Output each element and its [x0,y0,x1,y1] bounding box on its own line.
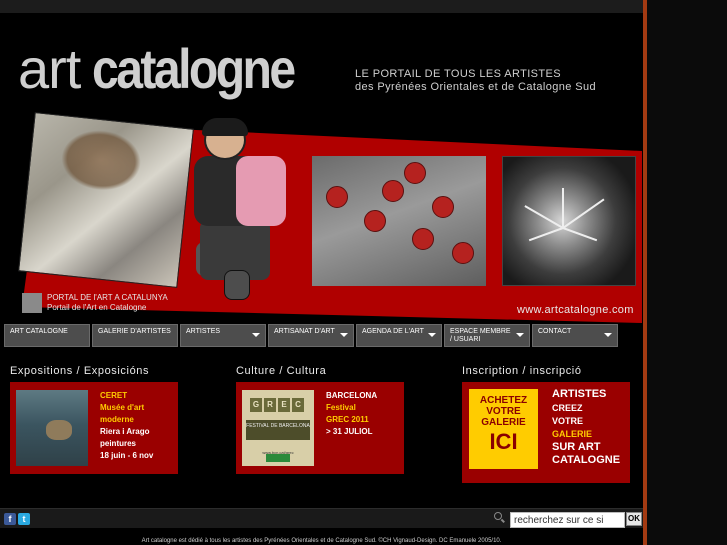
inscr-line3: VOTRE [552,415,584,426]
culture-line2: Festival [326,403,356,412]
tree-branch [562,227,598,242]
main-nav: ART CATALOGNE GALERIE D'ARTISTES ARTISTE… [4,324,628,347]
caption-square-icon [22,293,42,313]
grec-tile: C [292,398,304,412]
tagline-line2: des Pyrénées Orientales et de Catalogne … [355,81,597,93]
nav-item-espace-membre[interactable]: ESPACE MEMBRE / USUARI [444,324,530,347]
red-disc [326,186,348,208]
red-disc [452,242,474,264]
banner-url: www.artcatalogne.com [517,304,634,316]
chevron-down-icon [516,333,524,337]
culture-title: Culture / Cultura [236,365,327,377]
red-disc [382,180,404,202]
badge-big: ICI [489,429,518,454]
nav-label: ART CATALOGNE [10,328,68,335]
expositions-title: Expositions / Exposicións [10,365,150,377]
facebook-icon[interactable]: f [4,513,16,525]
logo-art-text: art [18,37,81,100]
expo-line3: moderne [100,415,134,424]
right-panel [647,0,727,545]
inscription-title: Inscription / inscripció [462,365,582,377]
nav-label: ESPACE MEMBRE / USUARI [450,328,511,343]
inscr-line1: ARTISTES [552,388,607,400]
site-tagline: LE PORTAIL DE TOUS LES ARTISTES des Pyré… [355,68,596,94]
banner-photo-red-discs [312,156,486,286]
nav-item-art-catalogne[interactable]: ART CATALOGNE [4,324,90,347]
achetez-badge[interactable]: ACHETEZ VOTRE GALERIE ICI [469,389,538,469]
top-strip [0,0,727,13]
nav-label: ARTISTES [186,328,221,335]
search-input[interactable] [510,512,625,528]
ajuntament-logo [266,454,290,462]
expo-line6: 18 juin - 6 nov [100,451,154,460]
banner-caption: PORTAL DE l'ART A CATALUNYA Portail de l… [22,293,168,313]
red-disc [432,196,454,218]
expo-line5: peintures [100,439,137,448]
inscr-line5: SUR ART [552,440,601,453]
figurine-hair [202,118,248,136]
badge-line3: GALERIE [481,417,526,428]
nav-item-agenda[interactable]: AGENDA DE L'ART [356,324,442,347]
figurine-shoe-front [224,270,250,300]
banner-photo-tree [502,156,636,286]
tree-branch [562,188,564,228]
expositions-thumbnail[interactable] [16,390,88,466]
grec-band: FESTIVAL DE BARCELONA [246,420,310,440]
grec-tile: R [264,398,276,412]
nav-item-contact[interactable]: CONTACT [532,324,618,347]
nav-label: CONTACT [538,328,572,335]
expo-line1: CERET [100,391,128,400]
tagline-line1: LE PORTAIL DE TOUS LES ARTISTES [355,68,561,80]
figurine-woman [236,156,286,226]
search-icon [494,512,502,520]
badge-line2: VOTRE [486,406,521,417]
inscr-line6: CATALOGNE [552,454,621,467]
caption-line2: Portail de l'Art en Catalogne [47,303,147,312]
expo-line4: Riera i Arago [100,427,150,436]
banner-photo-textile [18,112,194,288]
chevron-down-icon [252,333,260,337]
nav-label: AGENDA DE L'ART [362,328,424,335]
culture-line3: GREC 2011 [326,415,369,424]
twitter-icon[interactable]: t [18,513,30,525]
banner-photo-figurine [188,118,303,302]
badge-line1: ACHETEZ [479,395,528,406]
site-logo[interactable]: art catalogne [18,36,327,100]
red-disc [364,210,386,232]
inscr-line4: GALERIE [552,428,593,439]
chevron-down-icon [340,333,348,337]
nav-label: GALERIE D'ARTISTES [98,328,171,335]
expo-line2: Musée d'art [100,403,145,412]
tree-branch [524,205,564,229]
grec-tile: G [250,398,262,412]
expositions-card[interactable]: CERET Musée d'art moderne Riera i Arago … [10,382,178,474]
chevron-down-icon [604,333,612,337]
culture-line1: BARCELONA [326,391,378,400]
logo-catalogne-text: catalogne [92,37,296,100]
inscr-line2: CREEZ [552,402,583,413]
red-disc [412,228,434,250]
nav-item-artistes[interactable]: ARTISTES [180,324,266,347]
culture-line4: > 31 JULIOL [326,427,373,436]
caption-line1: PORTAL DE l'ART A CATALUNYA [47,293,168,302]
tree-branch [562,198,605,229]
grec-tile: E [278,398,290,412]
culture-card[interactable]: G R E C FESTIVAL DE BARCELONA www.bcn.ca… [236,382,404,474]
nav-item-artisanat[interactable]: ARTISANAT D'ART [268,324,354,347]
red-disc [404,162,426,184]
search-ok-button[interactable]: OK [626,512,642,526]
inscription-card[interactable]: ACHETEZ VOTRE GALERIE ICI ARTISTES CREEZ… [462,382,630,483]
footer-credits: Art catalogne est dédié à tous les artis… [141,538,502,544]
grec-poster[interactable]: G R E C FESTIVAL DE BARCELONA www.bcn.ca… [242,390,314,466]
nav-label: ARTISANAT D'ART [274,328,335,335]
tree-branch [528,227,564,242]
chevron-down-icon [428,333,436,337]
nav-item-galerie[interactable]: GALERIE D'ARTISTES [92,324,178,347]
